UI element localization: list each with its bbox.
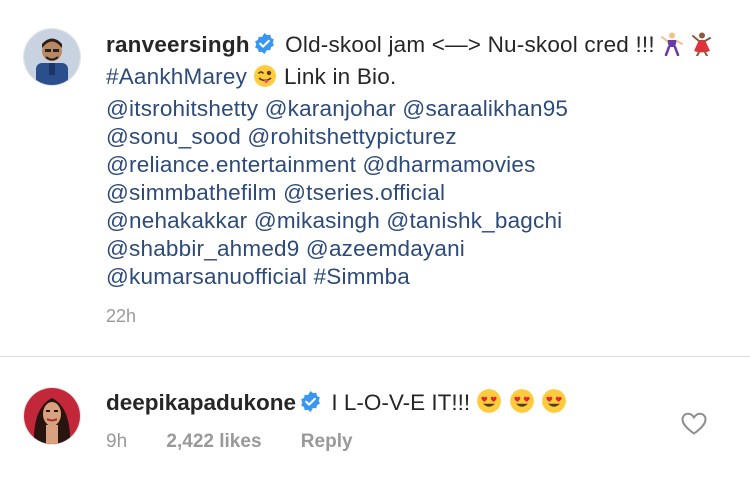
mention-link[interactable]: @kumarsanuofficial xyxy=(106,264,307,289)
post-username[interactable]: ranveersingh xyxy=(106,32,250,57)
deepikapadukone-avatar[interactable] xyxy=(23,387,81,445)
dancer-emoji-icon xyxy=(661,32,684,63)
post-caption-block: ranveersingh Old-skool jam <—> Nu-skool … xyxy=(0,0,750,355)
wink-tongue-emoji-icon xyxy=(253,64,277,95)
comment-meta: 9h 2,422 likes Reply xyxy=(106,431,387,453)
heart-eyes-emoji-icon xyxy=(509,388,535,421)
comment-timestamp: 9h xyxy=(106,431,128,452)
mention-link[interactable]: @azeemdayani xyxy=(306,236,465,261)
dancer-emoji-icon xyxy=(690,32,714,63)
hashtag-aankhmarey-link[interactable]: #AankhMarey xyxy=(106,64,247,89)
mention-link[interactable]: @mikasingh xyxy=(254,208,380,233)
comment-username[interactable]: deepikapadukone xyxy=(106,390,296,415)
post-timestamp: 22h xyxy=(106,306,137,326)
comment-likes-count[interactable]: 2,422 likes xyxy=(166,431,261,452)
hashtag-simmba-link[interactable]: #Simmba xyxy=(314,264,410,289)
mention-link[interactable]: @dharmamovies xyxy=(363,152,536,177)
comment-row: deepikapadukone I L-O-V-E IT!!! 9h 2,422… xyxy=(0,357,750,488)
comment-text: deepikapadukone I L-O-V-E IT!!! xyxy=(106,388,666,421)
mention-link[interactable]: @sonu_sood xyxy=(106,124,241,149)
mention-link[interactable]: @reliance.entertainment xyxy=(106,152,356,177)
heart-eyes-emoji-icon xyxy=(476,388,502,421)
mention-link[interactable]: @tanishk_bagchi xyxy=(386,208,562,233)
post-caption: ranveersingh Old-skool jam <—> Nu-skool … xyxy=(106,31,736,291)
mention-link[interactable]: @karanjohar xyxy=(265,96,396,121)
mention-link[interactable]: @nehakakkar xyxy=(106,208,247,233)
mention-link[interactable]: @tseries.official xyxy=(283,180,445,205)
comment-body: I L-O-V-E IT!!! xyxy=(331,390,471,415)
mention-link[interactable]: @itsrohitshetty xyxy=(106,96,258,121)
mention-link[interactable]: @saraalikhan95 xyxy=(402,96,568,121)
mention-link[interactable]: @rohitshettypicturez xyxy=(247,124,456,149)
reply-button[interactable]: Reply xyxy=(301,431,353,452)
verified-badge-icon xyxy=(299,390,322,413)
caption-intro-text: Old-skool jam <—> Nu-skool cred !!! xyxy=(285,32,655,57)
mention-link[interactable]: @simmbathefilm xyxy=(106,180,277,205)
verified-badge-icon xyxy=(253,32,276,55)
link-in-bio-text: Link in Bio. xyxy=(283,64,397,89)
mention-link[interactable]: @shabbir_ahmed9 xyxy=(106,236,299,261)
heart-eyes-emoji-icon xyxy=(541,388,567,421)
heart-outline-icon[interactable] xyxy=(681,412,707,436)
ranveersingh-avatar[interactable] xyxy=(23,28,81,86)
